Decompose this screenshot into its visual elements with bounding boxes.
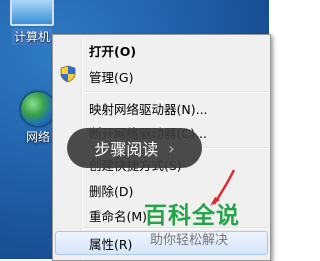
menu-item-manage[interactable]: 管理(G) (89, 67, 133, 86)
menu-item-map-network-drive[interactable]: 映射网络驱动器(N)... (89, 99, 208, 118)
step-reading-label: 步骤阅读 (94, 140, 159, 159)
computer-icon-label: 计算机 (11, 28, 52, 45)
watermark-title: 百科全说 (144, 203, 240, 229)
menu-separator (83, 91, 268, 93)
menu-item-delete[interactable]: 删除(D) (89, 181, 133, 200)
computer-icon (10, 0, 54, 26)
watermark-logo: 百科全说 助你轻松解决 (140, 196, 262, 254)
step-reading-button[interactable]: 步骤阅读 › (67, 128, 202, 168)
menu-item-open[interactable]: 打开(O) (89, 41, 136, 60)
uac-shield-icon (60, 65, 76, 83)
network-icon (21, 92, 55, 126)
menu-item-properties[interactable]: 属性(R) (89, 234, 132, 253)
chevron-right-icon: › (168, 138, 175, 158)
watermark-subtitle: 助你轻松解决 (150, 233, 229, 248)
menu-item-rename[interactable]: 重命名(M) (89, 206, 147, 225)
